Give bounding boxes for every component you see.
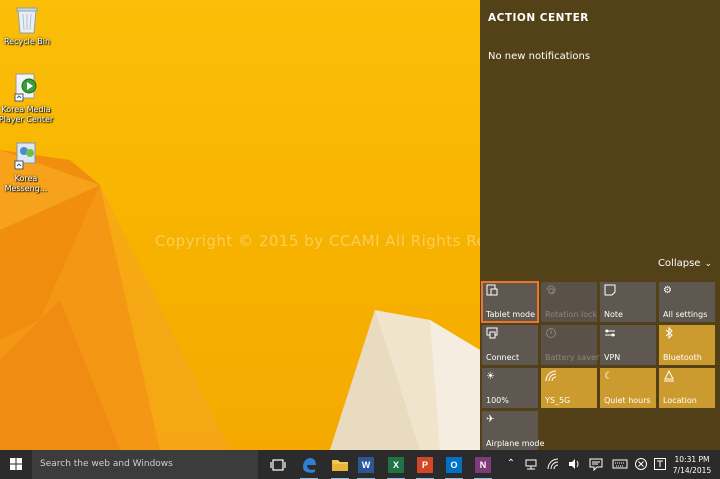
bluetooth-icon bbox=[663, 326, 677, 341]
search-placeholder: Search the web and Windows bbox=[40, 459, 173, 469]
tile-label: All settings bbox=[663, 310, 708, 319]
tile-battery-saver[interactable]: Battery saver bbox=[541, 325, 600, 365]
desktop-icon-label: Korea Media Player Center bbox=[0, 105, 54, 124]
taskbar-app-powerpoint[interactable]: P bbox=[415, 455, 435, 479]
tile-label: Note bbox=[604, 310, 623, 319]
clock-date: 7/14/2015 bbox=[672, 466, 712, 475]
tile-vpn[interactable]: VPN bbox=[600, 325, 656, 365]
tile-brightness[interactable]: ☀ 100% bbox=[482, 368, 538, 408]
tile-label: Location bbox=[663, 396, 697, 405]
tray-status-icon[interactable] bbox=[634, 457, 648, 471]
tile-label: Quiet hours bbox=[604, 396, 651, 405]
note-icon bbox=[604, 284, 618, 298]
rotation-lock-icon bbox=[545, 284, 559, 298]
connect-icon bbox=[486, 327, 500, 341]
tile-airplane-mode[interactable]: ✈ Airplane mode bbox=[482, 411, 544, 451]
taskbar-clock[interactable]: 10:31 PM 7/14/2015 bbox=[670, 454, 714, 476]
tile-label: Airplane mode bbox=[486, 439, 545, 448]
wifi-icon bbox=[545, 370, 559, 384]
tile-label: Connect bbox=[486, 353, 520, 362]
tile-quiet-hours[interactable]: ☾ Quiet hours bbox=[600, 368, 656, 408]
tray-action-center-icon[interactable] bbox=[589, 457, 603, 472]
windows-logo-icon bbox=[10, 458, 22, 470]
quiet-hours-icon: ☾ bbox=[604, 371, 613, 382]
chevron-down-icon: ⌄ bbox=[704, 259, 712, 269]
tile-location[interactable]: Location bbox=[659, 368, 715, 408]
task-view-icon bbox=[270, 459, 286, 471]
folder-icon bbox=[332, 460, 348, 471]
clock-time: 10:31 PM bbox=[674, 455, 710, 464]
taskbar-app-excel[interactable]: X bbox=[386, 455, 406, 479]
onenote-icon: N bbox=[475, 457, 491, 473]
powerpoint-icon: P bbox=[417, 457, 433, 473]
tile-wifi[interactable]: YS_5G bbox=[541, 368, 597, 408]
task-view-button[interactable] bbox=[268, 455, 288, 475]
tile-label: YS_5G bbox=[545, 396, 571, 405]
notifications-empty-message: No new notifications bbox=[488, 51, 591, 62]
messenger-icon bbox=[13, 141, 39, 171]
quick-action-tiles: Tablet mode Rotation lock Note ⚙ All set… bbox=[481, 281, 718, 451]
tile-all-settings[interactable]: ⚙ All settings bbox=[659, 282, 715, 322]
taskbar-app-outlook[interactable]: O bbox=[444, 455, 464, 479]
tile-tablet-mode[interactable]: Tablet mode bbox=[481, 281, 539, 323]
outlook-icon: O bbox=[446, 457, 462, 473]
taskbar-app-file-explorer[interactable] bbox=[330, 455, 350, 479]
tile-rotation-lock[interactable]: Rotation lock bbox=[541, 282, 597, 322]
tile-label: Battery saver bbox=[545, 353, 600, 362]
desktop-icon-messenger[interactable]: Korea Messeng... bbox=[0, 141, 54, 194]
tile-connect[interactable]: Connect bbox=[482, 325, 538, 365]
tray-network-drive-icon[interactable] bbox=[524, 457, 538, 471]
tile-note[interactable]: Note bbox=[600, 282, 656, 322]
brightness-icon: ☀ bbox=[486, 371, 495, 382]
show-hidden-icons-button[interactable]: ⌃ bbox=[504, 457, 518, 471]
chevron-up-icon: ⌃ bbox=[506, 458, 516, 469]
tray-volume-icon[interactable] bbox=[567, 457, 581, 471]
tile-label: Rotation lock bbox=[545, 310, 598, 319]
tile-label: Tablet mode bbox=[486, 310, 536, 319]
taskbar-app-edge[interactable] bbox=[299, 455, 319, 479]
desktop-icon-media-player[interactable]: Korea Media Player Center bbox=[0, 72, 54, 125]
tray-language-icon[interactable] bbox=[653, 457, 667, 471]
edge-icon bbox=[303, 458, 316, 473]
desktop-icon-label: Recycle Bin bbox=[3, 37, 51, 46]
taskbar-app-onenote[interactable]: N bbox=[473, 455, 493, 479]
search-box[interactable]: Search the web and Windows bbox=[32, 450, 258, 479]
tablet-mode-icon bbox=[486, 284, 500, 298]
media-player-icon bbox=[13, 72, 39, 102]
excel-icon: X bbox=[388, 457, 404, 473]
tray-keyboard-icon[interactable] bbox=[612, 457, 628, 471]
tray-wifi-icon[interactable] bbox=[546, 457, 560, 471]
battery-saver-icon bbox=[545, 327, 559, 341]
tile-label: Bluetooth bbox=[663, 353, 702, 362]
collapse-button[interactable]: Collapse ⌄ bbox=[658, 258, 712, 269]
tile-label: 100% bbox=[486, 396, 509, 405]
taskbar-app-word[interactable]: W bbox=[356, 455, 376, 479]
action-center-panel: ACTION CENTER No new notifications Colla… bbox=[480, 0, 720, 451]
desktop-icon-recycle-bin[interactable]: Recycle Bin bbox=[0, 4, 55, 47]
recycle-bin-icon bbox=[14, 4, 40, 34]
start-button[interactable] bbox=[0, 450, 32, 479]
word-icon: W bbox=[358, 457, 374, 473]
airplane-mode-icon: ✈ bbox=[486, 414, 495, 425]
tile-bluetooth[interactable]: Bluetooth bbox=[659, 325, 715, 365]
taskbar: Search the web and Windows W X P O N ⌃ 1… bbox=[0, 450, 720, 479]
location-icon bbox=[663, 369, 677, 384]
tile-label: VPN bbox=[604, 353, 621, 362]
action-center-title: ACTION CENTER bbox=[488, 12, 589, 24]
desktop-icon-label: Korea Messeng... bbox=[4, 174, 48, 193]
collapse-label: Collapse bbox=[657, 258, 701, 269]
vpn-icon bbox=[604, 327, 618, 341]
settings-icon: ⚙ bbox=[663, 285, 672, 296]
